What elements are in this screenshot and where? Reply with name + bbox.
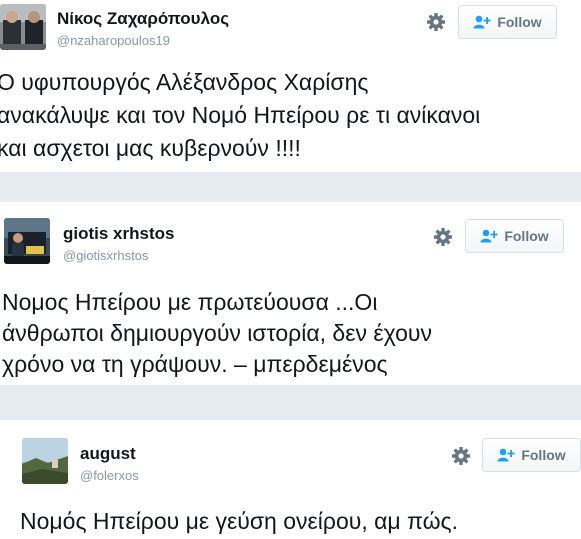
- tweet-text-line: και ασχετοι μας κυβερνούν !!!!: [0, 135, 301, 161]
- gear-icon[interactable]: [426, 12, 446, 32]
- follow-label: Follow: [504, 228, 549, 244]
- follow-button[interactable]: Follow: [465, 219, 564, 253]
- avatar[interactable]: [4, 218, 50, 264]
- follow-label: Follow: [521, 447, 566, 463]
- author-handle[interactable]: @nzaharopoulos19: [57, 33, 170, 48]
- tweet-text-line: Νομός Ηπείρου με γεύση ονείρου, αμ πώς.: [20, 508, 459, 534]
- tweet-separator: [0, 172, 581, 202]
- author-name[interactable]: august: [80, 444, 136, 464]
- author-handle[interactable]: @folerxos: [80, 468, 139, 483]
- avatar[interactable]: [0, 4, 46, 50]
- gear-icon[interactable]: [433, 227, 453, 247]
- tweet-text-line: ανακάλυψε και τον Νομό Ηπείρου ρε τι ανί…: [0, 102, 481, 128]
- follow-label: Follow: [497, 14, 542, 30]
- avatar[interactable]: [22, 438, 68, 484]
- tweet-text-line: Ο υφυπουργός Αλέξανδρος Χαρίσης: [0, 69, 369, 95]
- tweet-text-line: χρόνο να τη γράψουν. – μπερδεμένος: [2, 351, 388, 377]
- follow-button[interactable]: Follow: [482, 438, 581, 472]
- add-user-icon: [497, 448, 515, 462]
- add-user-icon: [473, 15, 491, 29]
- gear-icon[interactable]: [451, 446, 471, 466]
- tweet-card: august @folerxos Follow Νομός Ηπείρου με…: [0, 420, 581, 538]
- tweet-separator: [0, 385, 581, 420]
- tweet-card: Νίκος Ζαχαρόπουλος @nzaharopoulos19 Foll…: [0, 0, 581, 172]
- add-user-icon: [480, 229, 498, 243]
- author-name[interactable]: giotis xrhstos: [63, 224, 174, 244]
- author-handle[interactable]: @giotisxrhstos: [63, 248, 148, 263]
- author-name[interactable]: Νίκος Ζαχαρόπουλος: [57, 9, 229, 29]
- follow-button[interactable]: Follow: [458, 5, 557, 39]
- tweet-card: giotis xrhstos @giotisxrhstos Follow Νομ…: [0, 202, 581, 385]
